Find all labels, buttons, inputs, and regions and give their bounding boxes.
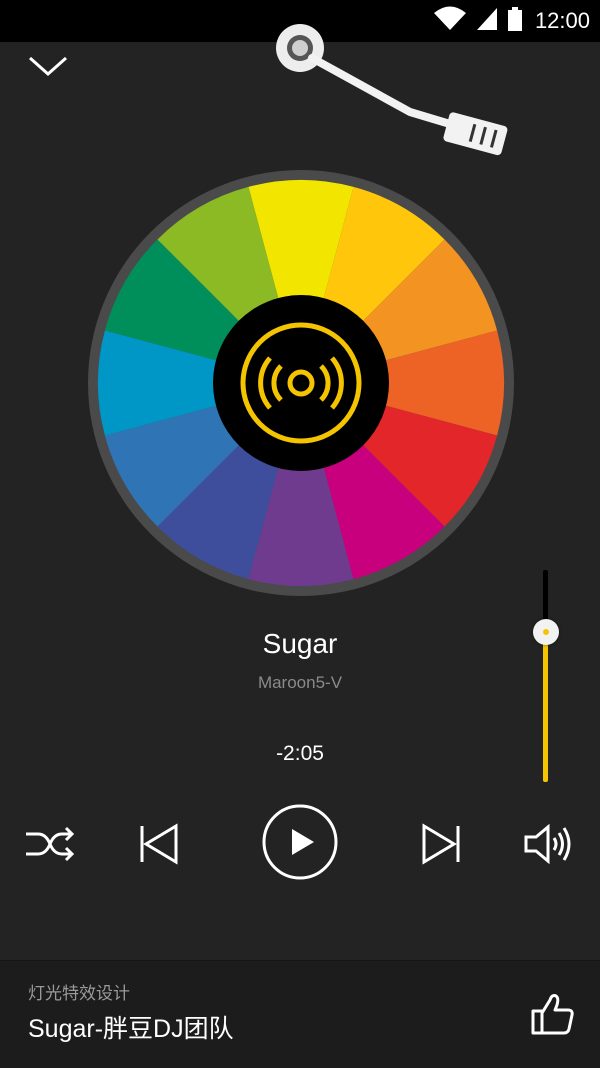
- next-icon: [422, 823, 460, 865]
- volume-fill: [543, 632, 548, 782]
- artist-name: Maroon5-V: [257, 673, 343, 692]
- song-title: Sugar: [262, 628, 338, 659]
- credit-bar[interactable]: 灯光特效设计 Sugar-胖豆DJ团队: [0, 960, 600, 1068]
- chevron-down-icon: [29, 56, 67, 77]
- status-time: 12:00: [534, 8, 590, 33]
- volume-button[interactable]: [522, 822, 576, 866]
- playback-controls: [0, 800, 600, 890]
- play-button[interactable]: [262, 804, 338, 880]
- like-button[interactable]: [530, 991, 576, 1037]
- color-wheel: [88, 170, 514, 596]
- credit-title: Sugar-胖豆DJ团队: [28, 1015, 234, 1043]
- volume-icon: [524, 823, 571, 865]
- credit-label: 灯光特效设计: [28, 984, 130, 1003]
- previous-button[interactable]: [136, 822, 182, 866]
- time-remaining: -2:05: [276, 742, 324, 765]
- shuffle-button[interactable]: [24, 822, 76, 866]
- previous-icon: [140, 823, 178, 865]
- collapse-button[interactable]: [26, 48, 70, 82]
- next-button[interactable]: [418, 822, 464, 866]
- thumbs-up-icon: [531, 994, 574, 1035]
- volume-thumb[interactable]: [533, 619, 559, 645]
- disc[interactable]: [88, 170, 514, 596]
- play-icon: [262, 804, 338, 880]
- shuffle-icon: [26, 826, 75, 862]
- volume-slider[interactable]: [530, 570, 560, 785]
- tonearm[interactable]: [260, 20, 520, 170]
